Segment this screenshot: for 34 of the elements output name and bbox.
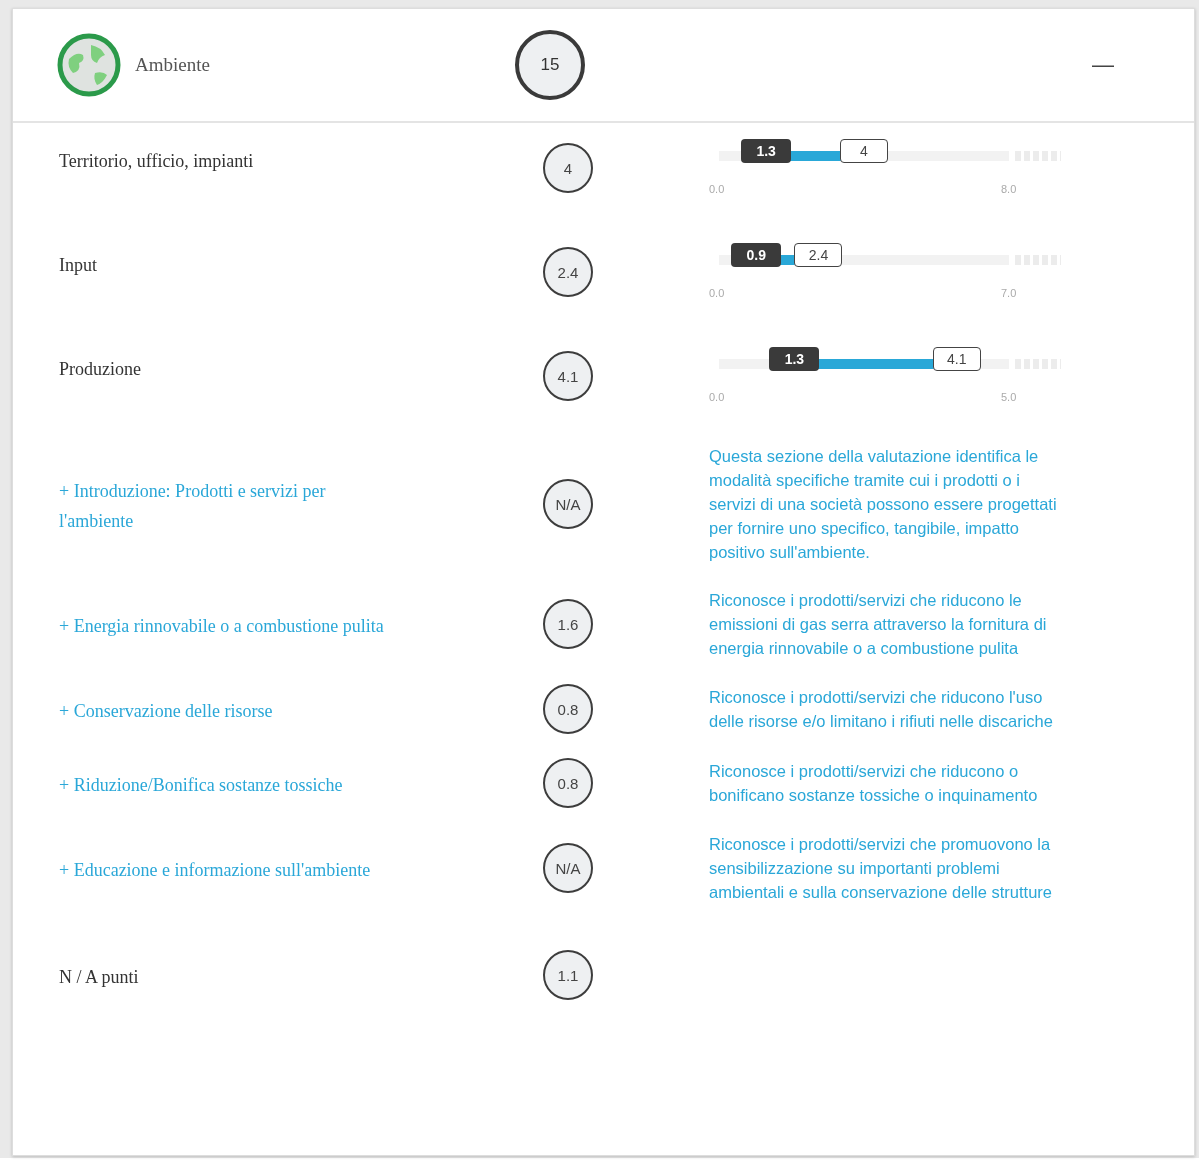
axis-max-label: 5.0 (1001, 391, 1017, 403)
slider-handle[interactable]: 0.9 (731, 243, 782, 267)
row-label: N / A punti (59, 965, 140, 989)
section-title: Ambiente (135, 54, 211, 76)
globe-icon (57, 33, 121, 97)
row-label: Produzione (59, 358, 142, 381)
score-badge: 1.6 (543, 599, 593, 649)
slider-handle[interactable]: 2.4 (794, 243, 843, 267)
slider-handle[interactable]: 4.1 (932, 347, 981, 371)
axis-min-label: 0.0 (709, 391, 725, 403)
axis-max-label: 8.0 (1001, 183, 1017, 195)
score-badge: 4 (543, 143, 593, 193)
score-badge: N/A (543, 843, 593, 893)
slider-handle[interactable]: 1.3 (741, 139, 792, 163)
description-text: Riconosce i prodotti/servizi che promuovono la sensibilizzazione su importanti problemi ambientali e sulla conservazione delle strutture (709, 834, 1054, 903)
description-text: Riconosce i prodotti/servizi che riducono le emissioni di gas serra attraverso la fornitura di energia rinnovabile o a combustione pulita (709, 590, 1048, 659)
collapse-button[interactable]: — (1088, 52, 1118, 78)
score-badge: 4.1 (543, 351, 593, 401)
description-text: Riconosce i prodotti/servizi che riducono l'uso delle risorse e/o limitano i rifiuti nelle discariche (709, 687, 1054, 732)
score-badge: N/A (543, 479, 593, 529)
slider-handle[interactable]: 4 (840, 139, 888, 163)
slider-handle[interactable]: 1.3 (769, 347, 820, 371)
score-badge: 0.8 (543, 758, 593, 808)
score-badge: 1.1 (543, 950, 593, 1000)
row-label: Input (59, 254, 98, 277)
axis-min-label: 0.0 (709, 183, 725, 195)
description-text: Questa sezione della valutazione identifica le modalità specifiche tramite cui i prodotti o i servizi di una società possono essere progettati per fornire uno specifico, tangibile, impatto positivo sull'ambiente. (709, 446, 1058, 563)
row-label: Territorio, ufficio, impianti (59, 150, 255, 173)
description-text: Riconosce i prodotti/servizi che riducono o bonificano sostanze tossiche o inquinamento (709, 761, 1039, 806)
score-badge: 2.4 (543, 247, 593, 297)
axis-max-label: 7.0 (1001, 287, 1017, 299)
axis-min-label: 0.0 (709, 287, 725, 299)
total-score: 15 (515, 30, 585, 100)
score-badge: 0.8 (543, 684, 593, 734)
